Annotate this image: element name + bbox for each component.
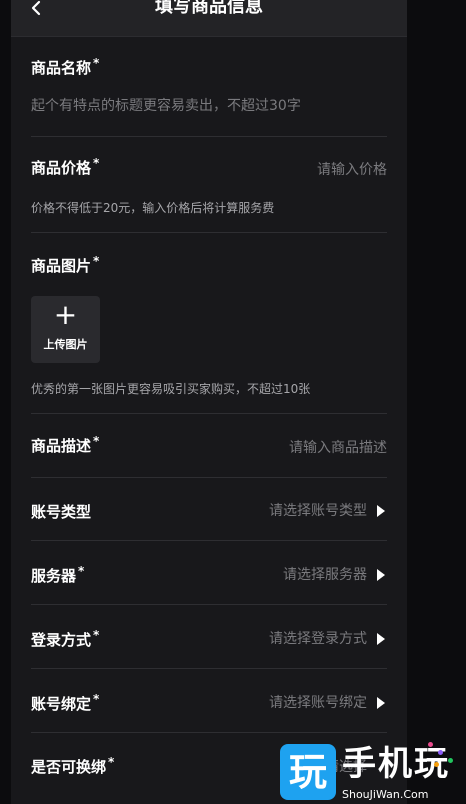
server-row[interactable]: 服务器 * 请选择服务器 xyxy=(31,541,387,605)
upload-image-label: 上传图片 xyxy=(43,338,88,351)
page-title: 填写商品信息 xyxy=(155,0,263,17)
server-label: 服务器 * xyxy=(31,564,85,585)
account-type-select[interactable]: 请选择账号类型 xyxy=(269,501,367,521)
product-price-label: 商品价格 * xyxy=(31,156,100,177)
product-name-label: 商品名称 * xyxy=(31,56,100,77)
decor-dot xyxy=(448,758,453,763)
rebind-label: 是否可换绑 * xyxy=(31,755,115,776)
required-mark: * xyxy=(93,628,100,642)
decor-dot xyxy=(428,742,433,747)
watermark-icon: 玩 xyxy=(280,744,336,800)
upload-image-button[interactable]: + 上传图片 xyxy=(31,296,100,363)
required-mark: * xyxy=(93,434,100,448)
account-binding-row[interactable]: 账号绑定 * 请选择账号绑定 xyxy=(31,669,387,733)
watermark-url: ShouJiWan.Com xyxy=(342,788,429,801)
product-price-row[interactable]: 商品价格 * 请输入价格 价格不得低于20元，输入价格后将计算服务费 xyxy=(31,137,387,233)
decor-dot xyxy=(438,750,443,755)
caret-right-icon xyxy=(377,569,385,581)
product-description-label: 商品描述 * xyxy=(31,434,100,455)
price-hint: 价格不得低于20元，输入价格后将计算服务费 xyxy=(31,201,275,215)
product-name-input[interactable]: 起个有特点的标题更容易卖出，不超过30字 xyxy=(31,96,301,116)
account-type-row[interactable]: 账号类型 请选择账号类型 xyxy=(31,478,387,541)
required-mark: * xyxy=(78,564,85,578)
account-binding-label: 账号绑定 * xyxy=(31,692,100,713)
product-description-input[interactable]: 请输入商品描述 xyxy=(289,438,387,458)
required-mark: * xyxy=(93,254,100,268)
form-panel: 填写商品信息 商品名称 * 起个有特点的标题更容易卖出，不超过30字 商品价格 * … xyxy=(11,0,407,804)
decor-dot xyxy=(434,762,439,767)
plus-icon: + xyxy=(53,298,78,331)
required-mark: * xyxy=(93,156,100,170)
required-mark: * xyxy=(93,692,100,706)
caret-right-icon xyxy=(377,633,385,645)
product-images-row: 商品图片 * + 上传图片 优秀的第一张图片更容易吸引买家购买，不超过10张 xyxy=(31,233,387,414)
caret-right-icon xyxy=(377,697,385,709)
server-select[interactable]: 请选择服务器 xyxy=(283,565,367,585)
caret-right-icon xyxy=(377,505,385,517)
product-images-label: 商品图片 * xyxy=(31,254,100,275)
required-mark: * xyxy=(93,56,100,70)
required-mark: * xyxy=(108,755,115,769)
login-method-row[interactable]: 登录方式 * 请选择登录方式 xyxy=(31,605,387,669)
product-price-input[interactable]: 请输入价格 xyxy=(317,160,387,180)
watermark-logo: 玩 手机玩 ShouJiWan.Com xyxy=(278,740,466,804)
login-method-label: 登录方式 * xyxy=(31,628,100,649)
account-binding-select[interactable]: 请选择账号绑定 xyxy=(269,693,367,713)
product-description-row[interactable]: 商品描述 * 请输入商品描述 xyxy=(31,414,387,478)
image-hint: 优秀的第一张图片更容易吸引买家购买，不超过10张 xyxy=(31,382,311,396)
header-bar: 填写商品信息 xyxy=(11,0,407,37)
product-name-row[interactable]: 商品名称 * 起个有特点的标题更容易卖出，不超过30字 xyxy=(31,36,387,137)
login-method-select[interactable]: 请选择登录方式 xyxy=(269,629,367,649)
account-type-label: 账号类型 xyxy=(31,503,92,521)
